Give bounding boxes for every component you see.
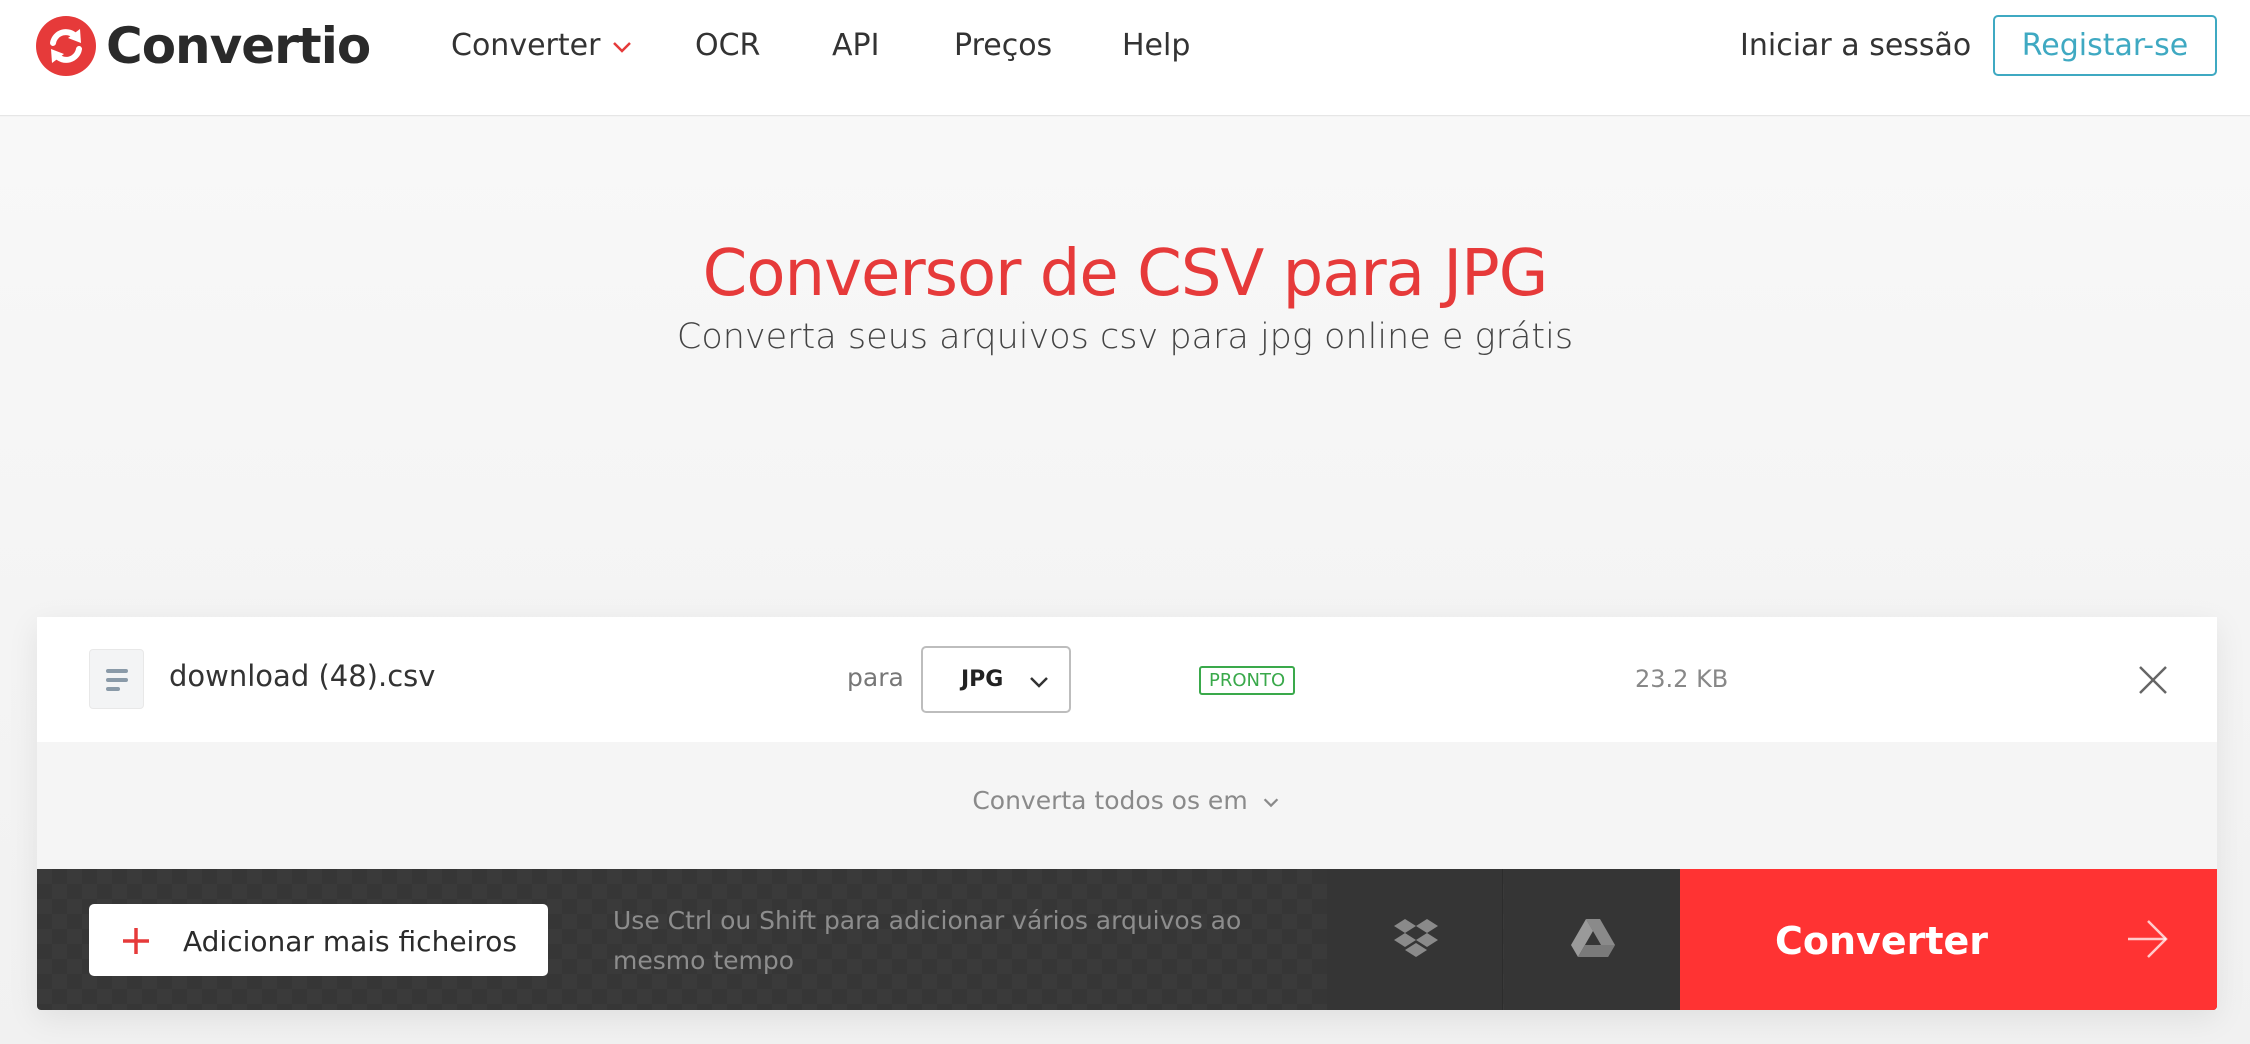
nav-converter[interactable]: Converter <box>451 24 634 68</box>
top-header: Convertio Converter OCR API Preços Help … <box>0 0 2250 116</box>
dropbox-button[interactable] <box>1327 869 1503 1010</box>
close-icon[interactable] <box>2136 663 2170 697</box>
dropbox-icon <box>1394 919 1438 957</box>
to-label: para <box>847 663 904 692</box>
add-files-button[interactable]: Adicionar mais ficheiros <box>89 904 548 976</box>
status-badge: PRONTO <box>1199 666 1296 695</box>
action-bar: Adicionar mais ficheiros Use Ctrl ou Shi… <box>37 869 2217 1010</box>
convert-all-dropdown[interactable]: Converta todos os em <box>37 786 2217 815</box>
convertio-logo-icon <box>36 16 96 76</box>
multi-select-hint: Use Ctrl ou Shift para adicionar vários … <box>613 906 1242 975</box>
chevron-down-icon <box>1030 677 1048 688</box>
converter-panel: download (48).csv para JPG PRONTO 23.2 K… <box>37 617 2217 1010</box>
convert-button-label: Converter <box>1775 919 1989 963</box>
brand-name: Convertio <box>106 17 371 75</box>
register-button[interactable]: Registar-se <box>1993 15 2217 76</box>
nav-converter-label: Converter <box>451 28 601 63</box>
plus-icon <box>123 928 149 954</box>
convert-button[interactable]: Converter <box>1680 869 2217 1010</box>
brand-logo[interactable]: Convertio <box>36 15 371 77</box>
arrow-right-icon <box>2128 920 2168 958</box>
convert-all-label: Converta todos os em <box>972 786 1248 815</box>
convert-all-row: Converta todos os em <box>37 742 2217 869</box>
nav-pricing[interactable]: Preços <box>954 24 1052 68</box>
document-icon <box>89 649 144 709</box>
add-files-label: Adicionar mais ficheiros <box>183 925 517 958</box>
file-row: download (48).csv para JPG PRONTO 23.2 K… <box>37 617 2217 742</box>
nav-ocr[interactable]: OCR <box>695 24 760 68</box>
page-title: Conversor de CSV para JPG <box>702 237 1549 311</box>
nav-api[interactable]: API <box>832 24 879 68</box>
google-drive-icon <box>1571 919 1615 957</box>
target-format-select[interactable]: JPG <box>921 646 1071 713</box>
google-drive-button[interactable] <box>1504 869 1680 1010</box>
file-size: 23.2 KB <box>1635 665 1729 693</box>
chevron-down-icon <box>613 41 632 53</box>
chevron-down-icon <box>1263 798 1278 808</box>
login-link[interactable]: Iniciar a sessão <box>1740 24 1971 68</box>
file-name: download (48).csv <box>169 659 436 693</box>
page-subtitle: Converta seus arquivos csv para jpg onli… <box>676 317 1574 357</box>
target-format-value: JPG <box>961 667 1004 692</box>
nav-help[interactable]: Help <box>1122 24 1190 68</box>
